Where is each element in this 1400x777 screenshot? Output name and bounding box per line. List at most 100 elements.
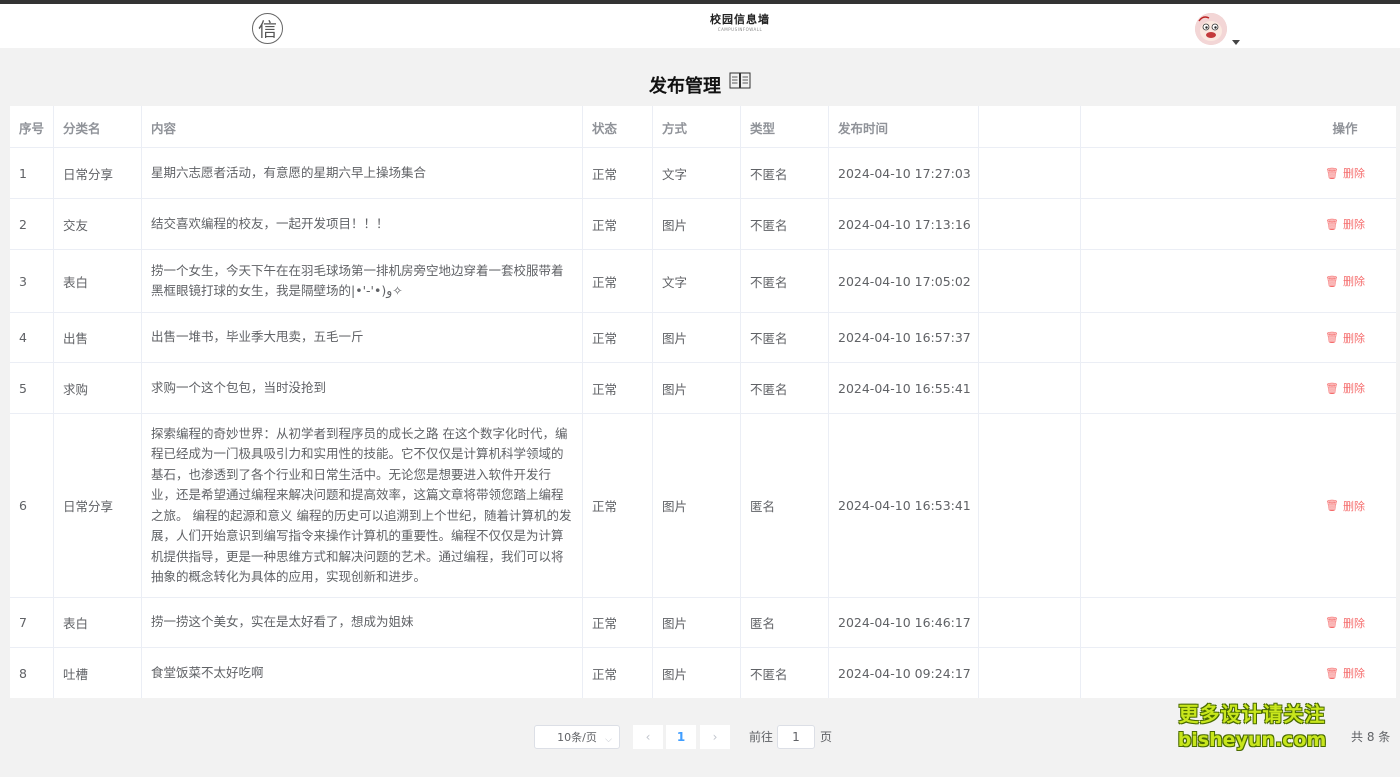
- cell-content: 食堂饭菜不太好吃啊: [142, 648, 583, 698]
- trash-icon: 🗑: [1325, 381, 1339, 395]
- cell-status: 正常: [583, 414, 653, 597]
- cell-category: 表白: [54, 250, 142, 312]
- cell-type: 匿名: [741, 414, 829, 597]
- watermark-line1: 更多设计请关注: [1178, 702, 1326, 726]
- cell-extra: [979, 598, 1081, 647]
- page-number-current[interactable]: 1: [666, 725, 696, 749]
- page-size-value: 10条/页: [557, 731, 597, 744]
- trash-icon: 🗑: [1325, 274, 1339, 288]
- cell-content: 星期六志愿者活动，有意愿的星期六早上操场集合: [142, 148, 583, 198]
- page-unit-label: 页: [820, 730, 833, 744]
- watermark: 更多设计请关注 bisheyun.com: [1172, 700, 1332, 752]
- col-header-content[interactable]: 内容: [142, 106, 583, 148]
- trash-icon: 🗑: [1325, 616, 1339, 629]
- goto-page-input[interactable]: 1: [777, 725, 815, 749]
- brand-subtitle: CAMPUSINFOWALL: [717, 27, 763, 32]
- goto-label: 前往: [749, 730, 774, 744]
- cell-index: 1: [10, 148, 54, 198]
- cell-status: 正常: [583, 199, 653, 249]
- cell-extra: [979, 313, 1081, 362]
- table-row: 7 表白 捞一捞这个美女，实在是太好看了，想成为姐妹 正常 图片 匿名 2024…: [10, 598, 1396, 647]
- chevron-right-icon: ›: [712, 730, 718, 744]
- cell-time: 2024-04-10 16:57:37: [829, 313, 979, 362]
- posts-table: 序号 分类名 内容 状态 方式 类型 发布时间 操作 1 日常分享 星期六志愿者…: [10, 106, 1396, 698]
- cell-status: 正常: [583, 598, 653, 647]
- delete-button[interactable]: 🗑 删除: [1294, 648, 1396, 698]
- user-avatar-icon[interactable]: [1195, 13, 1227, 45]
- cell-type: 不匿名: [741, 199, 829, 249]
- book-icon: [729, 72, 751, 89]
- table-row: 3 表白 捞一个女生，今天下午在在羽毛球场第一排机房旁空地边穿着一套校服带着黑框…: [10, 250, 1396, 312]
- cell-index: 7: [10, 598, 54, 647]
- delete-button[interactable]: 🗑 删除: [1294, 313, 1396, 362]
- col-header-type[interactable]: 类型: [741, 106, 829, 148]
- cell-category: 求购: [54, 363, 142, 413]
- cell-type: 匿名: [741, 598, 829, 647]
- cell-category: 表白: [54, 598, 142, 647]
- delete-label: 删除: [1342, 218, 1365, 231]
- table-row: 6 日常分享 探索编程的奇妙世界：从初学者到程序员的成长之路 在这个数字化时代，…: [10, 414, 1396, 597]
- delete-button[interactable]: 🗑 删除: [1294, 363, 1396, 413]
- cell-method: 图片: [653, 648, 741, 698]
- col-header-status[interactable]: 状态: [583, 106, 653, 148]
- table-row: 1 日常分享 星期六志愿者活动，有意愿的星期六早上操场集合 正常 文字 不匿名 …: [10, 148, 1396, 198]
- col-header-category[interactable]: 分类名: [54, 106, 142, 148]
- delete-label: 删除: [1342, 275, 1365, 288]
- chevron-down-icon[interactable]: [1232, 40, 1240, 45]
- cell-extra: [979, 148, 1081, 198]
- cell-method: 文字: [653, 250, 741, 312]
- cell-extra: [979, 363, 1081, 413]
- cell-time: 2024-04-10 16:53:41: [829, 414, 979, 597]
- cell-method: 图片: [653, 598, 741, 647]
- table-row: 5 求购 求购一个这个包包，当时没抢到 正常 图片 不匿名 2024-04-10…: [10, 363, 1396, 413]
- cell-type: 不匿名: [741, 313, 829, 362]
- delete-label: 删除: [1342, 331, 1365, 345]
- delete-button[interactable]: 🗑 删除: [1294, 148, 1396, 198]
- cell-status: 正常: [583, 148, 653, 198]
- cell-index: 3: [10, 250, 54, 312]
- col-header-method[interactable]: 方式: [653, 106, 741, 148]
- delete-button[interactable]: 🗑 删除: [1294, 199, 1396, 249]
- cell-time: 2024-04-10 09:24:17: [829, 648, 979, 698]
- cell-method: 图片: [653, 363, 741, 413]
- cell-method: 图片: [653, 313, 741, 362]
- cell-category: 吐槽: [54, 648, 142, 698]
- cell-time: 2024-04-10 17:05:02: [829, 250, 979, 312]
- brand: 校园信息墙 CAMPUSINFOWALL: [700, 13, 780, 33]
- cell-index: 5: [10, 363, 54, 413]
- trash-icon: 🗑: [1325, 499, 1339, 512]
- logo-icon[interactable]: 信: [252, 13, 283, 44]
- cell-time: 2024-04-10 17:27:03: [829, 148, 979, 198]
- trash-icon: 🗑: [1325, 331, 1339, 344]
- cell-category: 交友: [54, 199, 142, 249]
- delete-label: 删除: [1342, 382, 1365, 395]
- cell-status: 正常: [583, 250, 653, 312]
- cell-extra: [979, 250, 1081, 312]
- cell-content: 结交喜欢编程的校友，一起开发项目！！！: [142, 199, 583, 249]
- col-header-time[interactable]: 发布时间: [829, 106, 979, 148]
- cell-method: 文字: [653, 148, 741, 198]
- page-size-select[interactable]: 10条/页 ⌵: [534, 725, 620, 749]
- brand-title: 校园信息墙: [710, 13, 770, 26]
- prev-page-button[interactable]: ‹: [633, 725, 663, 749]
- delete-label: 删除: [1342, 616, 1365, 630]
- cell-type: 不匿名: [741, 148, 829, 198]
- delete-button[interactable]: 🗑 删除: [1294, 250, 1396, 312]
- trash-icon: 🗑: [1325, 217, 1339, 231]
- cell-type: 不匿名: [741, 648, 829, 698]
- cell-content: 出售一堆书，毕业季大甩卖，五毛一斤: [142, 313, 583, 362]
- delete-button[interactable]: 🗑 删除: [1294, 414, 1396, 597]
- table-row: 2 交友 结交喜欢编程的校友，一起开发项目！！！ 正常 图片 不匿名 2024-…: [10, 199, 1396, 249]
- cell-index: 8: [10, 648, 54, 698]
- total-count: 共 8 条: [1351, 730, 1391, 744]
- col-header-index[interactable]: 序号: [10, 106, 54, 148]
- logo-glyph: 信: [257, 19, 277, 41]
- cell-index: 4: [10, 313, 54, 362]
- delete-button[interactable]: 🗑 删除: [1294, 598, 1396, 647]
- page-title: 发布管理: [649, 76, 721, 97]
- cell-index: 6: [10, 414, 54, 597]
- cell-time: 2024-04-10 16:46:17: [829, 598, 979, 647]
- cell-method: 图片: [653, 199, 741, 249]
- cell-status: 正常: [583, 648, 653, 698]
- next-page-button[interactable]: ›: [700, 725, 730, 749]
